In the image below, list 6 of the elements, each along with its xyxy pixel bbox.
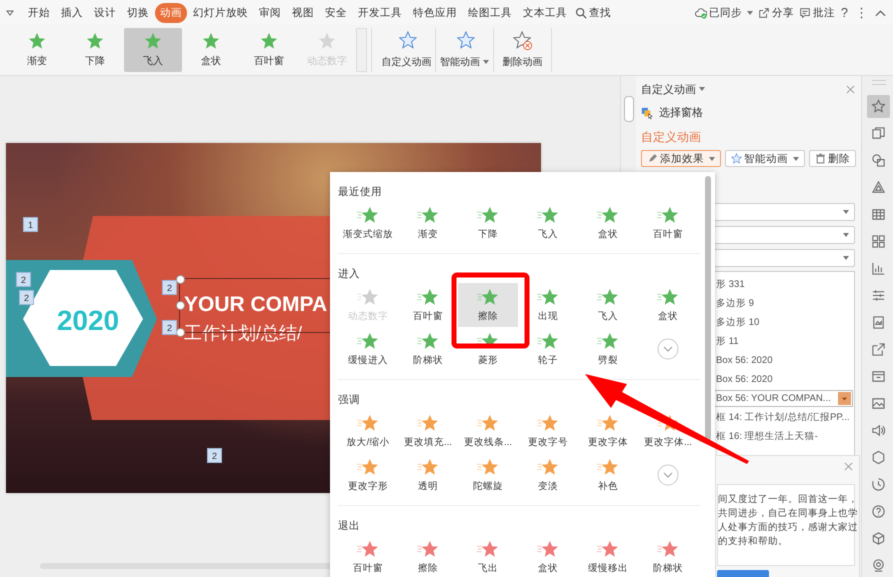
section-heading: 最近使用 [338,185,383,200]
pane-heading: 自定义动画 [641,129,702,146]
section-heading: 进入 [338,267,361,282]
year-text: 2020 [56,305,120,337]
section-heading: 退出 [338,519,361,534]
section-heading: 强调 [338,393,361,408]
